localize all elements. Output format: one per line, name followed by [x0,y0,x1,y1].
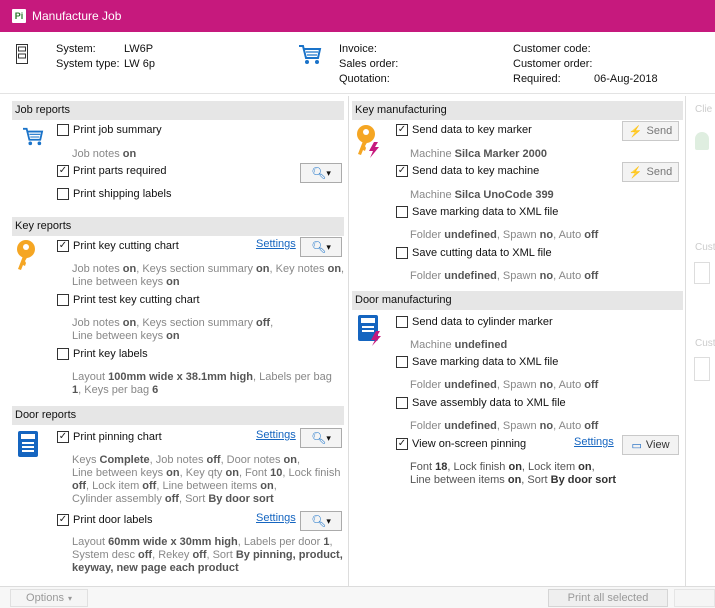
lightning-icon: ⚡ [628,125,643,138]
pinning-chart-settings-link[interactable]: Settings [256,429,296,441]
lightning-icon: ⚡ [628,166,643,179]
door-labels-note: Layout 60mm wide x 30mm high, Labels per… [72,536,343,574]
print-pinning-chart-checkbox[interactable]: ✓ Print pinning chart [57,431,162,443]
key-marking-xml-note: Folder undefined, Spawn no, Auto off [410,229,599,241]
key-machine-icon [357,125,379,158]
window-title: Manufacture Job [32,9,122,23]
key-cutting-settings-link[interactable]: Settings [256,238,296,250]
cylinder-marker-icon [358,315,381,346]
send-key-machine-button[interactable]: ⚡ Send [622,162,679,182]
print-shipping-labels-checkbox[interactable]: Print shipping labels [57,188,171,200]
section-door-reports: Door reports [12,406,344,425]
send-key-marker-button[interactable]: ⚡ Send [622,121,679,141]
on-screen-pinning-note: Font 18, Lock finish on, Lock item on, Li… [410,461,617,486]
manufacture-button[interactable] [674,589,715,607]
save-cutting-xml-checkbox[interactable]: Save cutting data to XML file [396,247,552,259]
system-value: LW6P [124,43,154,55]
print-key-cutting-chart-checkbox[interactable]: ✓ Print key cutting chart [57,240,179,252]
monitor-icon: ▭ [631,439,642,452]
key-cutting-note: Job notes on, Keys section summary on, K… [72,263,345,288]
preview-dropdown[interactable]: 🔍︎ ▾ [300,511,342,531]
required-label: Required: [513,73,561,85]
print-test-key-cutting-chart-checkbox[interactable]: Print test key cutting chart [57,294,200,306]
system-label: System: [56,43,96,55]
required-date: 06-Aug-2018 [594,73,658,85]
send-to-key-marker-checkbox[interactable]: ✓ Send data to key marker [396,124,532,136]
options-button[interactable]: Options ▾ [10,589,88,607]
system-icon [16,44,28,64]
send-to-key-machine-checkbox[interactable]: ✓ Send data to key machine [396,165,539,177]
door-icon [18,431,38,457]
preview-dropdown[interactable]: 🔍︎ ▾ [300,428,342,448]
cart-icon [299,45,322,64]
cart-icon [23,127,44,146]
print-job-summary-checkbox[interactable]: Print job summary [57,124,162,136]
app-icon: Pi [12,9,26,23]
customer-doc-icon [694,357,710,381]
door-marking-xml-note: Folder undefined, Spawn no, Auto off [410,379,599,391]
quotation-label: Quotation: [339,73,390,85]
divider-left [348,96,349,586]
footer-bar: Options ▾ Print all selected [0,586,715,608]
save-door-marking-xml-checkbox[interactable]: Save marking data to XML file [396,356,558,368]
view-on-screen-pinning-checkbox[interactable]: ✓ View on-screen pinning [396,438,526,450]
sales-order-label: Sales order: [339,58,399,70]
section-job-reports: Job reports [12,101,344,120]
save-key-marking-xml-checkbox[interactable]: Save marking data to XML file [396,206,558,218]
system-type-label: System type: [56,58,120,70]
print-door-labels-checkbox[interactable]: ✓ Print door labels [57,514,153,526]
cutting-xml-note: Folder undefined, Spawn no, Auto off [410,270,599,282]
section-key-manufacturing: Key manufacturing [352,101,683,120]
customer-doc-icon [694,262,710,284]
customer-code-label: Customer code: [513,43,591,55]
customer-order-label: Customer order: [513,58,593,70]
client-section-faded: Clie [695,104,713,115]
title-bar: Pi Manufacture Job [0,0,715,32]
view-button[interactable]: ▭ View [622,435,679,455]
customer-section-faded-2: Cust [695,338,715,349]
section-door-manufacturing: Door manufacturing [352,291,683,310]
section-key-reports: Key reports [12,217,344,236]
key-icon [17,240,35,270]
print-parts-required-checkbox[interactable]: ✓ Print parts required [57,165,167,177]
print-all-selected-button[interactable]: Print all selected [548,589,668,607]
door-labels-settings-link[interactable]: Settings [256,512,296,524]
test-key-cutting-note: Job notes on, Keys section summary off, L… [72,317,274,342]
job-header: System: LW6P System type: LW 6p Invoice:… [0,32,715,94]
save-assembly-xml-checkbox[interactable]: Save assembly data to XML file [396,397,566,409]
preview-dropdown[interactable]: 🔍︎ ▾ [300,163,342,183]
client-icon [695,132,709,150]
customer-section-faded: Cust [695,242,715,253]
key-machine-note: Machine Silca UnoCode 399 [410,189,554,201]
invoice-label: Invoice: [339,43,377,55]
job-summary-note: Job notes on [72,148,137,160]
cylinder-marker-note: Machine undefined [410,339,508,351]
system-type-value: LW 6p [124,58,155,70]
on-screen-pinning-settings-link[interactable]: Settings [574,436,614,448]
divider-right [685,96,686,586]
pinning-chart-note: Keys Complete, Job notes off, Door notes… [72,454,341,505]
key-marker-note: Machine Silca Marker 2000 [410,148,547,160]
preview-dropdown[interactable]: 🔍︎ ▾ [300,237,342,257]
assembly-xml-note: Folder undefined, Spawn no, Auto off [410,420,599,432]
key-labels-note: Layout 100mm wide x 38.1mm high, Labels … [72,371,332,396]
send-to-cylinder-marker-checkbox[interactable]: Send data to cylinder marker [396,316,553,328]
print-key-labels-checkbox[interactable]: Print key labels [57,348,148,360]
